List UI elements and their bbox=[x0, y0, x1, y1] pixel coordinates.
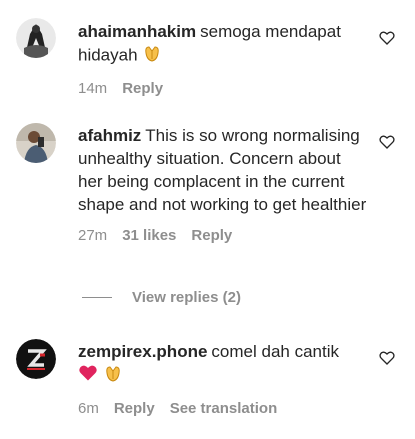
comment-text: afahmiz This is so wrong normalising unhe… bbox=[78, 124, 368, 216]
avatar[interactable] bbox=[16, 339, 56, 379]
likes-count[interactable]: 31 likes bbox=[122, 227, 176, 244]
comment-meta: 14m Reply bbox=[78, 80, 368, 97]
like-heart-icon[interactable] bbox=[379, 350, 395, 366]
reply-button[interactable]: Reply bbox=[191, 227, 232, 244]
comment-meta: 6m Reply See translation bbox=[78, 400, 368, 417]
view-replies-button[interactable]: View replies (2) bbox=[82, 289, 241, 306]
comment-timestamp: 6m bbox=[78, 400, 99, 417]
clap-emoji-icon bbox=[103, 363, 123, 389]
clap-emoji-icon bbox=[142, 43, 162, 69]
avatar-image bbox=[16, 339, 56, 379]
avatar[interactable] bbox=[16, 123, 56, 163]
comment-timestamp: 14m bbox=[78, 80, 108, 97]
see-translation-button[interactable]: See translation bbox=[170, 400, 278, 417]
comment-meta: 27m 31 likes Reply bbox=[78, 227, 368, 244]
comment-text: zempirex.phone comel dah cantik bbox=[78, 340, 368, 389]
view-replies-divider bbox=[82, 297, 112, 298]
comment-timestamp: 27m bbox=[78, 227, 108, 244]
comment-username[interactable]: ahaimanhakim bbox=[78, 22, 196, 41]
red-heart-emoji-icon bbox=[78, 363, 98, 389]
view-replies-label: View replies (2) bbox=[132, 289, 241, 306]
avatar-image bbox=[16, 18, 56, 58]
reply-button[interactable]: Reply bbox=[114, 400, 155, 417]
avatar[interactable] bbox=[16, 18, 56, 58]
comment-username[interactable]: zempirex.phone bbox=[78, 342, 207, 361]
avatar-image bbox=[16, 123, 56, 163]
reply-button[interactable]: Reply bbox=[122, 80, 163, 97]
like-heart-icon[interactable] bbox=[379, 30, 395, 46]
comment-body: comel dah cantik bbox=[211, 342, 339, 361]
comment-username[interactable]: afahmiz bbox=[78, 126, 141, 145]
like-heart-icon[interactable] bbox=[379, 134, 395, 150]
comment-text: ahaimanhakim semoga mendapat hidayah bbox=[78, 20, 368, 69]
